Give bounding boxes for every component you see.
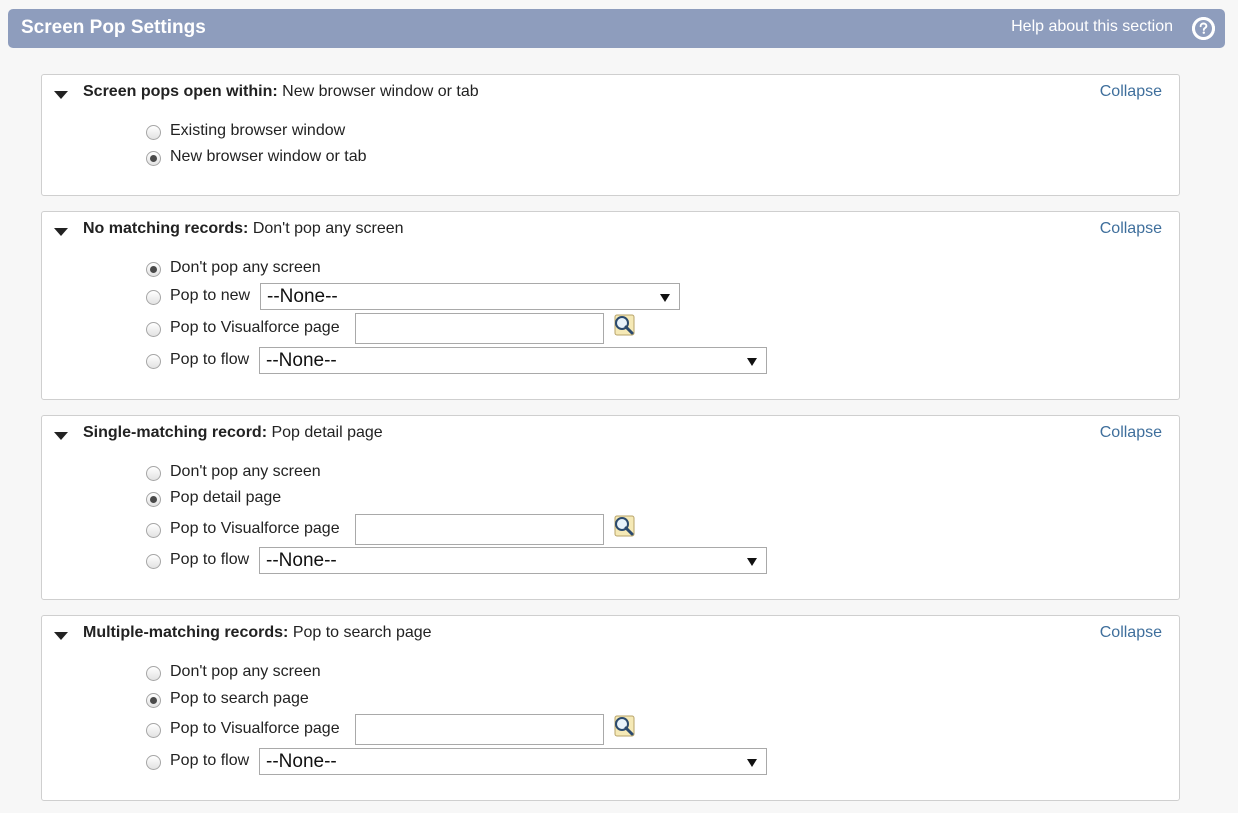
triangle-down-icon[interactable]: [54, 91, 68, 99]
option-pop-to-flow[interactable]: Pop to flow: [146, 751, 249, 771]
option-label: Don't pop any screen: [170, 663, 321, 680]
section-label: No matching records:: [83, 220, 249, 237]
option-label: Pop to new: [170, 287, 251, 304]
option-pop-to-search-page[interactable]: Pop to search page: [146, 689, 309, 709]
section-value: New browser window or tab: [282, 83, 479, 100]
dropdown-arrow-icon: [660, 294, 670, 302]
section-screen-pops-open-within: Screen pops open within: New browser win…: [41, 74, 1180, 196]
pop-to-new-select[interactable]: --None--: [260, 283, 680, 310]
radio-button[interactable]: [146, 290, 161, 305]
section-title: Screen Pop Settings: [21, 17, 206, 38]
section-label: Single-matching record:: [83, 424, 268, 441]
help-link[interactable]: Help about this section: [1011, 18, 1173, 36]
radio-button[interactable]: [146, 322, 161, 337]
radio-button[interactable]: [146, 554, 161, 569]
option-label: Pop to Visualforce page: [170, 720, 340, 737]
dropdown-arrow-icon: [747, 759, 757, 767]
option-label: Existing browser window: [170, 122, 346, 139]
radio-button[interactable]: [146, 755, 161, 770]
section-label: Multiple-matching records:: [83, 624, 289, 641]
pop-to-flow-select[interactable]: --None--: [259, 347, 767, 374]
radio-button-selected[interactable]: [146, 693, 161, 708]
section-heading: Multiple-matching records: Pop to search…: [83, 624, 432, 642]
lookup-magnifier-icon[interactable]: [612, 515, 636, 537]
option-pop-to-visualforce[interactable]: Pop to Visualforce page: [146, 318, 340, 338]
select-value: --None--: [267, 286, 338, 307]
section-heading: Single-matching record: Pop detail page: [83, 424, 383, 442]
radio-button[interactable]: [146, 466, 161, 481]
section-heading: No matching records: Don't pop any scree…: [83, 220, 404, 238]
section-label: Screen pops open within:: [83, 83, 278, 100]
collapse-link[interactable]: Collapse: [1100, 220, 1162, 238]
radio-button[interactable]: [146, 723, 161, 738]
option-new-browser-window[interactable]: New browser window or tab: [146, 147, 367, 167]
option-dont-pop[interactable]: Don't pop any screen: [146, 462, 321, 482]
option-label: Pop to Visualforce page: [170, 520, 340, 537]
select-value: --None--: [266, 550, 337, 571]
section-value: Don't pop any screen: [252, 220, 404, 237]
lookup-magnifier-icon[interactable]: [612, 715, 636, 737]
option-dont-pop[interactable]: Don't pop any screen: [146, 662, 321, 682]
section-value: Pop to search page: [292, 624, 432, 641]
option-label: Pop detail page: [170, 489, 282, 506]
triangle-down-icon[interactable]: [54, 632, 68, 640]
visualforce-page-input[interactable]: [355, 714, 604, 745]
radio-button-selected[interactable]: [146, 151, 161, 166]
option-pop-detail-page[interactable]: Pop detail page: [146, 488, 281, 508]
option-label: Pop to flow: [170, 752, 250, 769]
option-label: Pop to flow: [170, 551, 250, 568]
lookup-magnifier-icon[interactable]: [612, 314, 636, 336]
radio-button[interactable]: [146, 354, 161, 369]
pop-to-flow-select[interactable]: --None--: [259, 748, 767, 775]
radio-button[interactable]: [146, 125, 161, 140]
visualforce-page-input[interactable]: [355, 313, 604, 344]
option-pop-to-visualforce[interactable]: Pop to Visualforce page: [146, 719, 340, 739]
dropdown-arrow-icon: [747, 558, 757, 566]
radio-button-selected[interactable]: [146, 492, 161, 507]
radio-button[interactable]: [146, 523, 161, 538]
option-pop-to-flow[interactable]: Pop to flow: [146, 550, 249, 570]
collapse-link[interactable]: Collapse: [1100, 83, 1162, 101]
section-value: Pop detail page: [271, 424, 383, 441]
triangle-down-icon[interactable]: [54, 228, 68, 236]
section-header: Screen Pop Settings Help about this sect…: [8, 9, 1225, 48]
option-label: Don't pop any screen: [170, 259, 321, 276]
option-label: Pop to flow: [170, 351, 250, 368]
section-single-matching-record: Single-matching record: Pop detail page …: [41, 415, 1180, 600]
collapse-link[interactable]: Collapse: [1100, 424, 1162, 442]
question-circle-icon[interactable]: [1192, 17, 1215, 40]
option-pop-to-flow[interactable]: Pop to flow: [146, 350, 249, 370]
option-existing-browser-window[interactable]: Existing browser window: [146, 121, 345, 141]
option-label: New browser window or tab: [170, 148, 367, 165]
select-value: --None--: [266, 751, 337, 772]
option-dont-pop[interactable]: Don't pop any screen: [146, 258, 321, 278]
option-label: Pop to Visualforce page: [170, 319, 340, 336]
section-multiple-matching-records: Multiple-matching records: Pop to search…: [41, 615, 1180, 801]
option-label: Pop to search page: [170, 690, 309, 707]
collapse-link[interactable]: Collapse: [1100, 624, 1162, 642]
radio-button-selected[interactable]: [146, 262, 161, 277]
visualforce-page-input[interactable]: [355, 514, 604, 545]
select-value: --None--: [266, 350, 337, 371]
option-pop-to-visualforce[interactable]: Pop to Visualforce page: [146, 519, 340, 539]
triangle-down-icon[interactable]: [54, 432, 68, 440]
section-no-matching-records: No matching records: Don't pop any scree…: [41, 211, 1180, 400]
section-heading: Screen pops open within: New browser win…: [83, 83, 479, 101]
dropdown-arrow-icon: [747, 358, 757, 366]
pop-to-flow-select[interactable]: --None--: [259, 547, 767, 574]
radio-button[interactable]: [146, 666, 161, 681]
option-label: Don't pop any screen: [170, 463, 321, 480]
option-pop-to-new[interactable]: Pop to new: [146, 286, 250, 306]
